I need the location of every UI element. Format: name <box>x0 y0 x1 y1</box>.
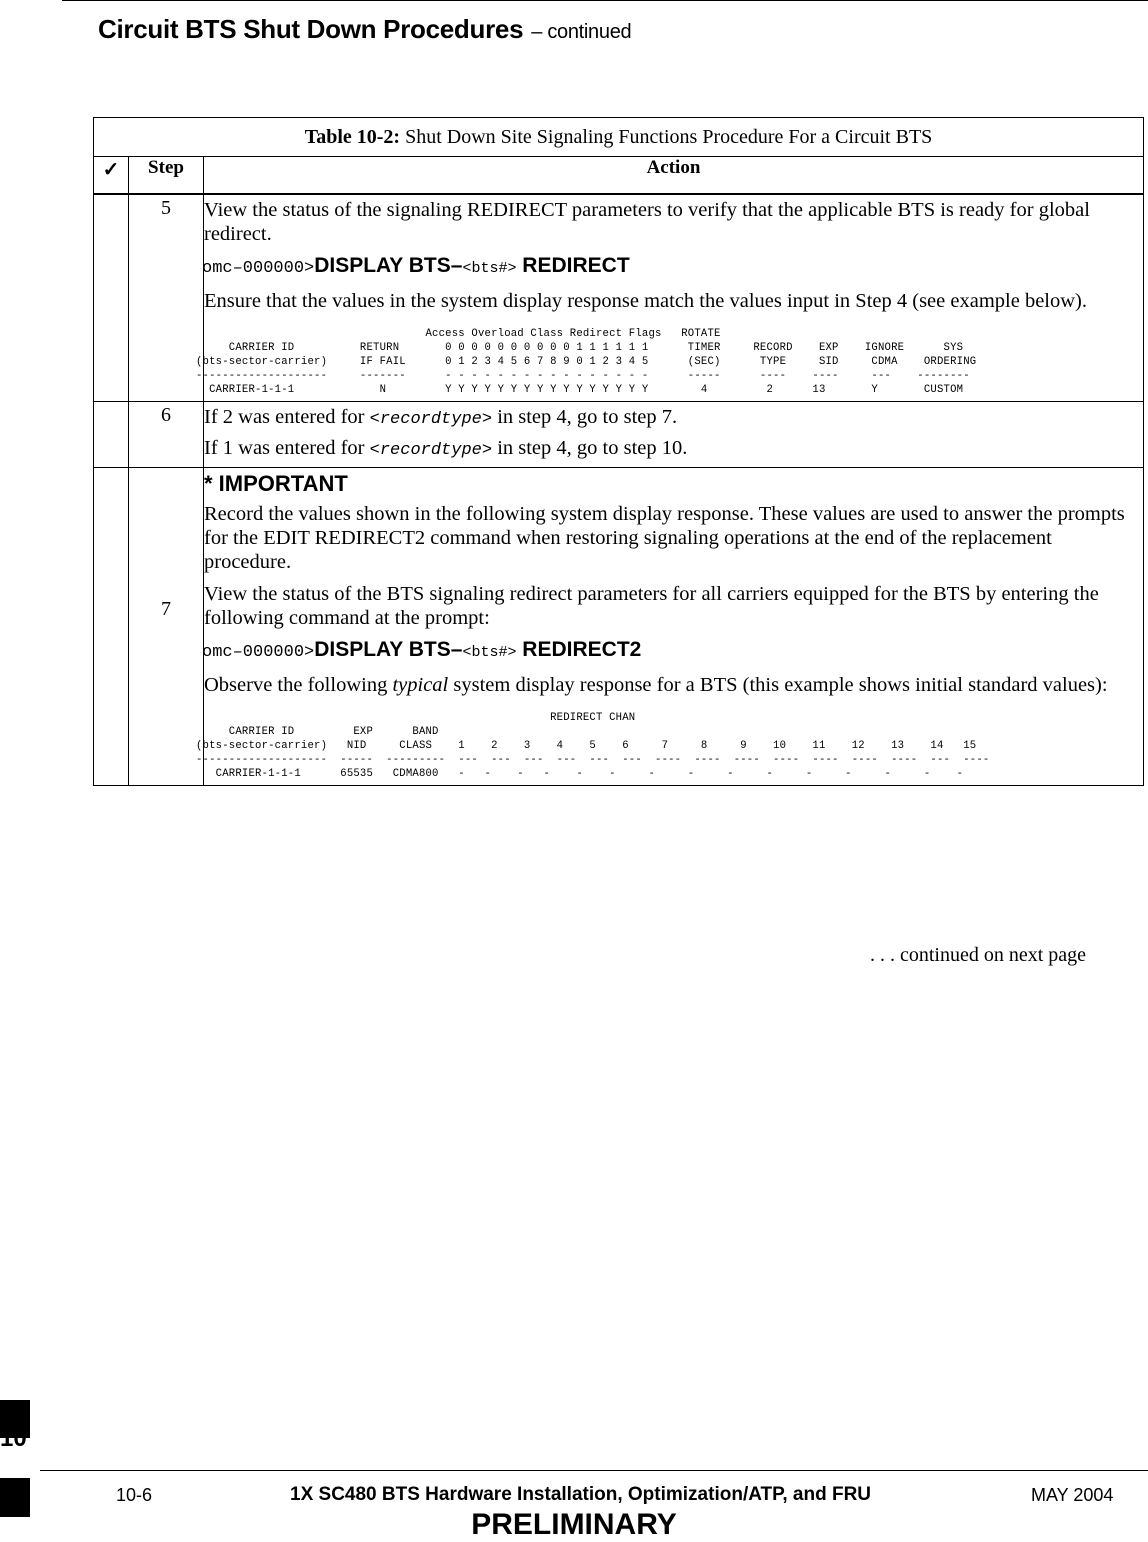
page-title: Circuit BTS Shut Down Procedures – contin… <box>98 14 632 45</box>
important-label: * IMPORTANT <box>204 471 348 496</box>
output-title-line: REDIRECT CHAN <box>196 712 636 724</box>
important-text: Record the values shown in the following… <box>204 503 1125 573</box>
variable-recordtype: <recordtype> <box>369 441 493 460</box>
table-header-row: ✓ Step Action <box>93 156 1144 195</box>
check-column-header: ✓ <box>93 156 129 195</box>
instruction-text: View the status of the BTS signaling red… <box>204 583 1099 629</box>
command-prompt: omc–000000> <box>202 259 315 278</box>
document-title: 1X SC480 BTS Hardware Installation, Opti… <box>290 1484 872 1505</box>
output-data-line: CARRIER-1-1-1 65535 CDMA800 - - - - - - … <box>196 768 964 780</box>
output-data-line: CARRIER-1-1-1 N Y Y Y Y Y Y Y Y Y Y Y Y … <box>196 384 964 396</box>
table-caption-label: Table 10-2: <box>304 125 401 148</box>
text-fragment: If 1 was entered for <box>204 437 370 459</box>
text-fragment: Observe the following <box>204 674 393 696</box>
command-verb: DISPLAY BTS– <box>314 254 463 277</box>
action-cell: * IMPORTANT Record the values shown in t… <box>196 467 1144 786</box>
output-header-line: CARRIER ID RETURN 0 0 0 0 0 0 0 0 0 0 1 … <box>196 342 964 354</box>
instruction-text: Ensure that the values in the system dis… <box>204 290 1087 312</box>
check-cell[interactable] <box>93 467 129 786</box>
command-variable: <bts#> <box>462 260 517 277</box>
output-header-line: (bts-sector-carrier) NID CLASS 1 2 3 4 5… <box>196 740 977 752</box>
action-cell: If 2 was entered for <recordtype> in ste… <box>203 401 1144 468</box>
text-fragment: in step 4, go to step 7. <box>492 406 678 428</box>
command-object: REDIRECT <box>516 254 630 277</box>
check-cell[interactable] <box>93 193 129 402</box>
output-header-line: (bts-sector-carrier) IF FAIL 0 1 2 3 4 5… <box>196 356 977 368</box>
document-date: MAY 2004 <box>1031 1485 1114 1505</box>
table-row: 7 * IMPORTANT Record the values shown in… <box>93 467 1144 786</box>
action-column-header: Action <box>203 156 1144 195</box>
text-fragment: If 2 was entered for <box>204 406 370 428</box>
preliminary-label: PRELIMINARY <box>471 1508 677 1541</box>
step-number: 5 <box>161 197 171 219</box>
step-column-header: Step <box>128 156 204 195</box>
table-caption: Table 10-2: Shut Down Site Signaling Fun… <box>93 117 1144 157</box>
procedure-table: Table 10-2: Shut Down Site Signaling Fun… <box>93 117 1144 786</box>
step-cell: 6 <box>128 401 204 468</box>
instruction-text: If 1 was entered for <recordtype> in ste… <box>204 436 1143 463</box>
step-number: 6 <box>161 404 171 426</box>
output-header-line: CARRIER ID EXP BAND <box>196 726 439 738</box>
instruction-text: If 2 was entered for <recordtype> in ste… <box>204 405 1143 432</box>
output-title-line: Access Overload Class Redirect Flags ROT… <box>196 328 721 340</box>
step-cell: 5 <box>128 193 204 402</box>
instruction-text: View the status of the signaling REDIREC… <box>204 199 1090 245</box>
check-mark-icon: ✓ <box>102 159 120 181</box>
command-variable: <bts#> <box>462 644 517 661</box>
text-fragment: system display response for a BTS (this … <box>448 674 1108 696</box>
table-row: 6 If 2 was entered for <recordtype> in s… <box>93 401 1144 468</box>
page-title-text: Circuit BTS Shut Down Procedures <box>98 14 524 44</box>
emphasis-text: typical <box>392 674 449 696</box>
chapter-tab-number: 10 <box>0 1425 27 1452</box>
footer-rule <box>40 1470 1148 1471</box>
command-object: REDIRECT2 <box>516 638 642 661</box>
check-cell[interactable] <box>93 401 129 468</box>
top-rule <box>62 0 1148 1</box>
system-display-output: Access Overload Class Redirect Flags ROT… <box>196 327 1143 397</box>
table-caption-text: Shut Down Site Signaling Functions Proce… <box>400 125 933 148</box>
command-prompt: omc–000000> <box>202 643 315 662</box>
output-separator-line: -------------------- ----- --------- ---… <box>196 754 990 766</box>
step-number: 7 <box>161 598 171 620</box>
step-cell: 7 <box>128 467 204 786</box>
variable-recordtype: <recordtype> <box>369 410 493 429</box>
output-separator-line: -------------------- ------- - - - - - -… <box>196 370 970 382</box>
page-number: 10-6 <box>116 1485 153 1505</box>
table-row: 5 View the status of the signaling REDIR… <box>93 193 1144 402</box>
continued-note: . . . continued on next page <box>870 944 1087 966</box>
page-title-continued: – continued <box>531 21 632 43</box>
instruction-text: Observe the following typical system dis… <box>204 673 1143 697</box>
command-line: omc–000000>DISPLAY BTS–<bts#> REDIRECT2 <box>202 638 1143 665</box>
action-cell: View the status of the signaling REDIREC… <box>196 193 1144 402</box>
text-fragment: in step 4, go to step 10. <box>492 437 688 459</box>
command-verb: DISPLAY BTS– <box>314 638 463 661</box>
system-display-output: REDIRECT CHAN CARRIER ID EXP BAND (bts-s… <box>196 711 1143 781</box>
command-line: omc–000000>DISPLAY BTS–<bts#> REDIRECT <box>202 254 1143 281</box>
